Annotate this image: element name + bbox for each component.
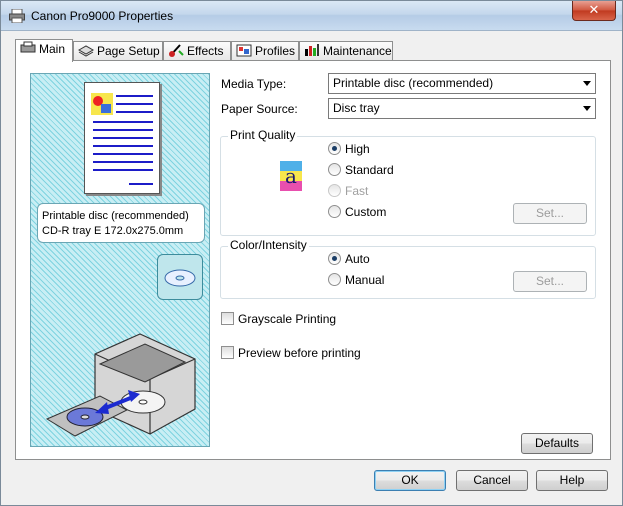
paper-preview	[84, 82, 160, 194]
close-button[interactable]: ✕	[572, 1, 616, 21]
defaults-button[interactable]: Defaults	[521, 433, 593, 454]
tab-effects[interactable]: Effects	[163, 41, 231, 61]
title-bar: Canon Pro9000 Properties ✕	[1, 1, 622, 31]
quality-high-radio[interactable]: High	[328, 142, 370, 156]
paper-source-label: Paper Source:	[221, 102, 298, 116]
quality-sample-icon: a	[280, 161, 302, 191]
media-info-line-1: Printable disc (recommended)	[42, 210, 189, 222]
image-preview-icon	[91, 93, 113, 115]
chevron-down-icon	[583, 81, 591, 86]
tab-main[interactable]: Main	[15, 39, 73, 62]
svg-text:a: a	[285, 164, 297, 188]
profiles-icon	[236, 44, 252, 57]
tab-profiles[interactable]: Profiles	[231, 41, 299, 61]
color-intensity-title: Color/Intensity	[228, 238, 309, 252]
quality-fast-radio: Fast	[328, 184, 368, 198]
quality-standard-radio[interactable]: Standard	[328, 163, 394, 177]
tab-maintenance[interactable]: Maintenance	[299, 41, 393, 61]
media-type-label: Media Type:	[221, 77, 287, 91]
separator	[220, 423, 596, 424]
close-icon: ✕	[588, 2, 600, 17]
disc-icon-button[interactable]	[157, 254, 203, 300]
ok-button[interactable]: OK	[374, 470, 446, 491]
quality-set-button: Set...	[513, 203, 587, 224]
maintenance-icon	[305, 44, 319, 56]
effects-icon	[169, 44, 184, 57]
disc-icon	[164, 269, 196, 287]
separator	[220, 336, 596, 337]
print-quality-title: Print Quality	[228, 128, 298, 142]
media-info-box: Printable disc (recommended) CD-R tray E…	[37, 203, 205, 243]
tab-page-setup[interactable]: Page Setup	[73, 41, 163, 61]
cancel-button[interactable]: Cancel	[456, 470, 528, 491]
color-manual-radio[interactable]: Manual	[328, 273, 384, 287]
properties-window: Canon Pro9000 Properties ✕ Main Page Set…	[0, 0, 623, 506]
main-tab-panel: Printable disc (recommended) CD-R tray E…	[15, 60, 611, 460]
paper-source-select[interactable]: Disc tray	[328, 98, 596, 119]
grayscale-checkbox[interactable]: Grayscale Printing	[221, 312, 336, 326]
printer-app-icon	[9, 9, 25, 23]
help-button[interactable]: Help	[536, 470, 608, 491]
window-title: Canon Pro9000 Properties	[31, 9, 174, 23]
main-tab-icon	[20, 41, 36, 53]
preview-pane: Printable disc (recommended) CD-R tray E…	[30, 73, 210, 447]
color-auto-radio[interactable]: Auto	[328, 252, 370, 266]
media-type-select[interactable]: Printable disc (recommended)	[328, 73, 596, 94]
color-set-button: Set...	[513, 271, 587, 292]
preview-before-printing-checkbox[interactable]: Preview before printing	[221, 346, 361, 360]
chevron-down-icon	[583, 106, 591, 111]
quality-custom-radio[interactable]: Custom	[328, 205, 386, 219]
page-setup-icon	[78, 45, 94, 57]
media-info-line-2: CD-R tray E 172.0x275.0mm	[42, 225, 184, 237]
printer-illustration-icon	[45, 333, 196, 437]
